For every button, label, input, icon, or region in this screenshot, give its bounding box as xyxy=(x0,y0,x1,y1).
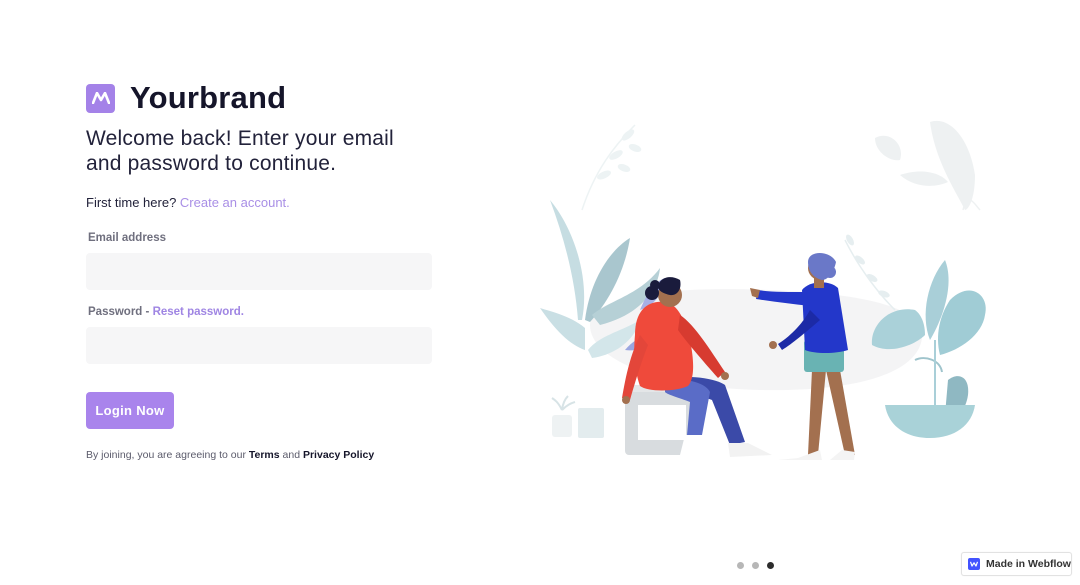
email-label: Email address xyxy=(88,232,166,244)
carousel-dots xyxy=(737,562,782,569)
faint-branch-left xyxy=(581,124,642,211)
password-label: Password - Reset password. xyxy=(88,306,244,318)
create-account-link[interactable]: Create an account. xyxy=(180,195,290,210)
carousel-dot-2[interactable] xyxy=(752,562,759,569)
brand-name: Yourbrand xyxy=(130,80,287,115)
page-title: Welcome back! Enter your email and passw… xyxy=(86,127,394,175)
carousel-dot-1[interactable] xyxy=(737,562,744,569)
terms-notice: By joining, you are agreeing to our Term… xyxy=(86,449,374,461)
reset-password-link[interactable]: Reset password. xyxy=(153,306,244,318)
brand[interactable]: Yourbrand xyxy=(86,80,286,116)
carousel-dot-3[interactable] xyxy=(767,562,774,569)
hero-illustration xyxy=(540,120,986,460)
made-in-webflow-badge[interactable]: Made in Webflow xyxy=(961,552,1072,576)
password-label-text: Password - xyxy=(88,306,153,318)
email-field[interactable] xyxy=(86,253,432,290)
webflow-icon xyxy=(968,558,980,570)
login-button[interactable]: Login Now xyxy=(86,392,174,429)
password-field[interactable] xyxy=(86,327,432,364)
terms-link[interactable]: Terms xyxy=(249,449,280,461)
privacy-policy-link[interactable]: Privacy Policy xyxy=(303,449,374,461)
signup-prompt: First time here? Create an account. xyxy=(86,195,290,210)
right-plant xyxy=(871,260,986,438)
terms-prefix: By joining, you are agreeing to our xyxy=(86,449,249,461)
brand-logo-icon xyxy=(86,83,115,113)
signup-prompt-text: First time here? xyxy=(86,195,180,210)
faint-leaves-right xyxy=(875,120,981,211)
webflow-badge-label: Made in Webflow xyxy=(986,558,1071,570)
terms-middle: and xyxy=(279,449,303,461)
